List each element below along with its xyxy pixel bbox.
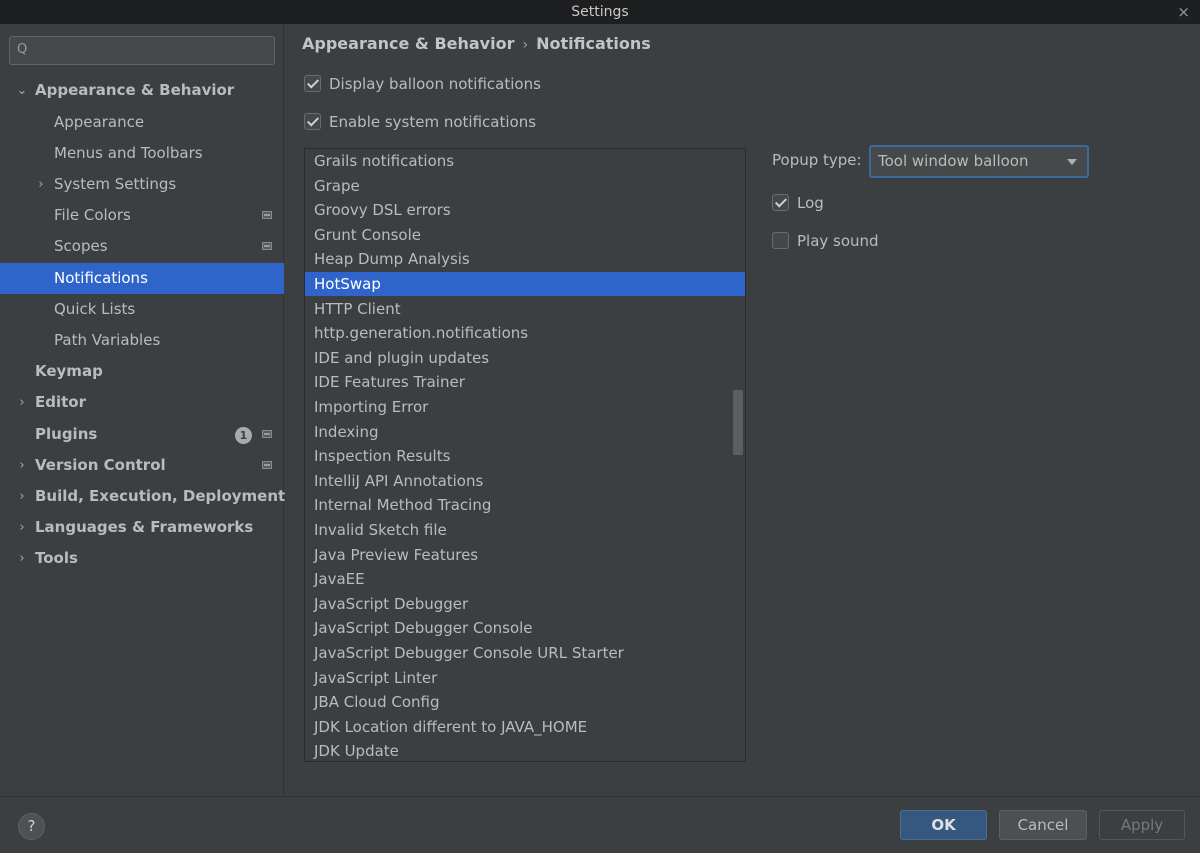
checkbox-label: Enable system notifications: [329, 113, 537, 131]
close-icon[interactable]: ×: [1177, 0, 1190, 24]
breadcrumb-separator: ›: [522, 37, 529, 53]
sidebar-item-label: Appearance: [54, 113, 145, 131]
dialog-footer: ? OK Cancel Apply: [0, 796, 1200, 853]
cancel-button[interactable]: Cancel: [999, 810, 1087, 840]
sidebar-item-path-variables[interactable]: Path Variables: [0, 325, 284, 356]
notification-group-item[interactable]: JavaScript Debugger: [305, 592, 745, 616]
chevron-right-icon[interactable]: ›: [16, 450, 28, 481]
sidebar-item-label: Editor: [35, 393, 86, 411]
notification-group-item[interactable]: Grape: [305, 174, 745, 198]
popup-type-dropdown[interactable]: Tool window balloon: [869, 145, 1089, 178]
project-level-icon: [262, 461, 272, 469]
sidebar-item-plugins[interactable]: Plugins 1: [0, 419, 284, 450]
sidebar-item-appearance[interactable]: Appearance: [0, 107, 284, 138]
search-icon: Q: [17, 42, 28, 57]
sidebar-item-label: Menus and Toolbars: [54, 144, 203, 162]
notification-group-item[interactable]: JavaScript Debugger Console: [305, 616, 745, 640]
notification-group-item[interactable]: Grails notifications: [305, 149, 745, 173]
notification-group-item[interactable]: Indexing: [305, 420, 745, 444]
notification-group-item[interactable]: Heap Dump Analysis: [305, 247, 745, 271]
popup-type-value: Tool window balloon: [878, 152, 1029, 170]
project-level-icon: [262, 430, 272, 438]
notification-group-item[interactable]: IDE and plugin updates: [305, 346, 745, 370]
checkbox-box[interactable]: [772, 232, 789, 249]
sidebar-item-system-settings[interactable]: › System Settings: [0, 169, 284, 200]
sidebar-item-label: Notifications: [54, 269, 148, 287]
notification-group-item[interactable]: JDK Location different to JAVA_HOME: [305, 715, 745, 739]
chevron-right-icon[interactable]: ›: [16, 543, 28, 574]
sidebar-item-file-colors[interactable]: File Colors: [0, 200, 284, 231]
notifications-settings-panel: Appearance & Behavior › Notifications Disp…: [285, 24, 1200, 796]
sidebar-item-build-execution-deployment[interactable]: › Build, Execution, Deployment: [0, 481, 286, 512]
notification-group-item[interactable]: Grunt Console: [305, 223, 745, 247]
sidebar-item-label: File Colors: [54, 206, 131, 224]
chevron-right-icon[interactable]: ›: [16, 387, 28, 418]
popup-type-label: Popup type:: [772, 151, 862, 169]
checkbox-box[interactable]: [304, 113, 321, 130]
sidebar-item-label: Build, Execution, Deployment: [35, 487, 286, 505]
checkbox-label: Display balloon notifications: [329, 75, 541, 93]
sidebar-item-tools[interactable]: › Tools: [0, 543, 284, 574]
notification-group-item[interactable]: Inspection Results: [305, 444, 745, 468]
title-bar: Settings ×: [0, 0, 1200, 24]
project-level-icon: [262, 242, 272, 250]
sidebar-item-label: Tools: [35, 549, 78, 567]
notification-group-item[interactable]: JDK Update: [305, 739, 745, 761]
sidebar-item-quick-lists[interactable]: Quick Lists: [0, 294, 284, 325]
notification-group-item[interactable]: IntelliJ API Annotations: [305, 469, 745, 493]
sidebar-item-label: Keymap: [35, 362, 103, 380]
ok-button[interactable]: OK: [900, 810, 987, 840]
sidebar-item-label: Scopes: [54, 237, 108, 255]
chevron-right-icon[interactable]: ›: [16, 481, 28, 512]
notification-groups-list[interactable]: Grails notifications Grape Groovy DSL erro…: [304, 148, 746, 762]
search-input[interactable]: Q: [9, 36, 275, 65]
sidebar-item-label: Languages & Frameworks: [35, 518, 254, 536]
sidebar-item-label: Plugins: [35, 425, 98, 443]
settings-sidebar: Q ⌄ Appearance & Behavior Appearance Men…: [0, 24, 286, 796]
sidebar-item-languages-frameworks[interactable]: › Languages & Frameworks: [0, 512, 284, 543]
sidebar-item-version-control[interactable]: › Version Control: [0, 450, 284, 481]
sidebar-item-notifications[interactable]: Notifications: [0, 263, 284, 294]
window-title: Settings: [571, 4, 629, 20]
chevron-right-icon[interactable]: ›: [35, 169, 47, 200]
notification-group-item[interactable]: JavaEE: [305, 567, 745, 591]
help-button[interactable]: ?: [18, 813, 45, 840]
chevron-down-icon[interactable]: ⌄: [16, 75, 28, 106]
sidebar-item-keymap[interactable]: Keymap: [0, 356, 284, 387]
list-scrollbar[interactable]: [733, 390, 743, 455]
sidebar-item-scopes[interactable]: Scopes: [0, 231, 284, 262]
notification-group-item[interactable]: Groovy DSL errors: [305, 198, 745, 222]
notification-group-item[interactable]: JavaScript Linter: [305, 666, 745, 690]
sidebar-item-label: Version Control: [35, 456, 166, 474]
update-count-badge: 1: [235, 427, 252, 444]
notification-group-item[interactable]: http.generation.notifications: [305, 321, 745, 345]
notification-group-item[interactable]: IDE Features Trainer: [305, 370, 745, 394]
checkbox-label: Play sound: [797, 232, 879, 250]
notification-group-item[interactable]: JBA Cloud Config: [305, 690, 745, 714]
chevron-right-icon[interactable]: ›: [16, 512, 28, 543]
apply-button[interactable]: Apply: [1099, 810, 1185, 840]
breadcrumb-current: Notifications: [536, 34, 651, 53]
notification-group-item[interactable]: HotSwap: [305, 272, 745, 296]
notification-group-item[interactable]: JavaScript Debugger Console URL Starter: [305, 641, 745, 665]
notification-group-item[interactable]: Importing Error: [305, 395, 745, 419]
notification-group-item[interactable]: HTTP Client: [305, 297, 745, 321]
breadcrumb: Appearance & Behavior › Notifications: [302, 34, 651, 53]
sidebar-item-menus-toolbars[interactable]: Menus and Toolbars: [0, 138, 284, 169]
checkbox-box[interactable]: [772, 194, 789, 211]
dropdown-arrow-icon: [1067, 159, 1077, 165]
sidebar-item-label: System Settings: [54, 175, 177, 193]
breadcrumb-parent[interactable]: Appearance & Behavior: [302, 34, 514, 53]
sidebar-item-appearance-behavior[interactable]: ⌄ Appearance & Behavior: [0, 75, 284, 106]
project-level-icon: [262, 211, 272, 219]
checkbox-label: Log: [797, 194, 824, 212]
sidebar-item-label: Path Variables: [54, 331, 161, 349]
notification-group-item[interactable]: Java Preview Features: [305, 543, 745, 567]
sidebar-item-label: Appearance & Behavior: [35, 81, 235, 99]
sidebar-item-label: Quick Lists: [54, 300, 136, 318]
checkbox-box[interactable]: [304, 75, 321, 92]
notification-group-item[interactable]: Invalid Sketch file: [305, 518, 745, 542]
notification-group-item[interactable]: Internal Method Tracing: [305, 493, 745, 517]
sidebar-item-editor[interactable]: › Editor: [0, 387, 284, 418]
